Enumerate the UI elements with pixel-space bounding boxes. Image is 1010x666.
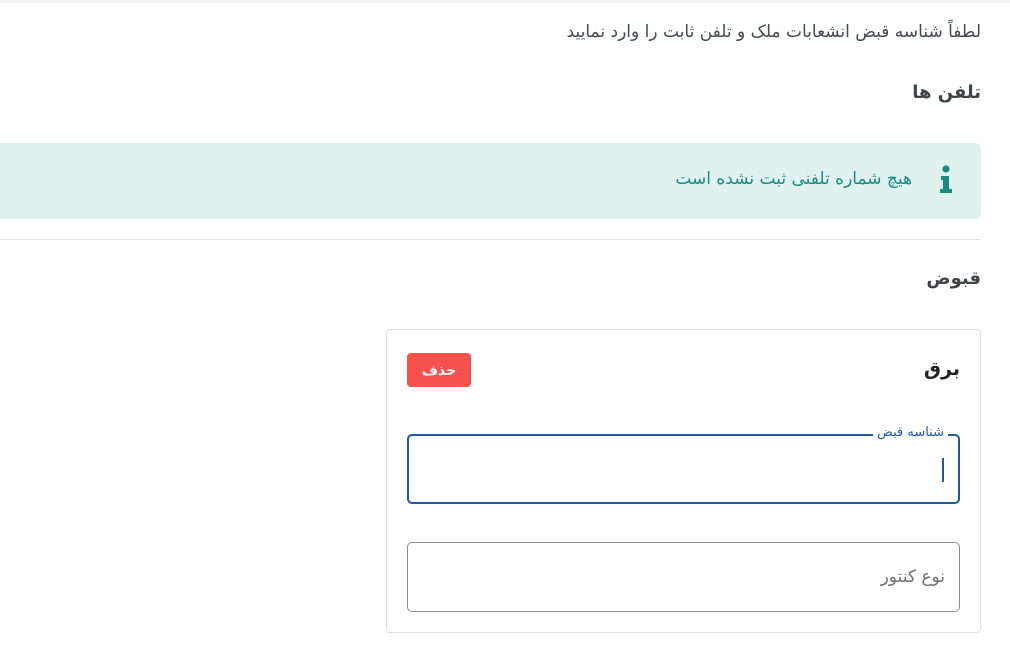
bill-id-input[interactable]: شناسه قبض: [407, 425, 960, 504]
phones-section-title: تلفن ها: [912, 82, 981, 103]
delete-button[interactable]: حذف: [407, 353, 471, 387]
no-phone-alert: هیچ شماره تلفنی ثبت نشده است: [0, 143, 981, 219]
meter-type-input[interactable]: نوع کنتور: [407, 542, 960, 612]
bills-section-title: قبوض: [926, 268, 981, 289]
instruction-text: لطفاً شناسه قبض انشعابات ملک و تلفن ثابت…: [566, 22, 981, 42]
text-cursor: [942, 458, 944, 482]
bill-id-label: شناسه قبض: [873, 425, 948, 440]
bill-card: برق حذف شناسه قبض نوع کنتور: [386, 329, 981, 633]
section-divider: [0, 239, 981, 240]
top-divider: [0, 0, 1010, 3]
info-icon: [939, 165, 953, 195]
bill-card-title: برق: [924, 358, 960, 380]
no-phone-message: هیچ شماره تلفنی ثبت نشده است: [675, 169, 912, 189]
meter-type-placeholder: نوع کنتور: [880, 567, 945, 587]
